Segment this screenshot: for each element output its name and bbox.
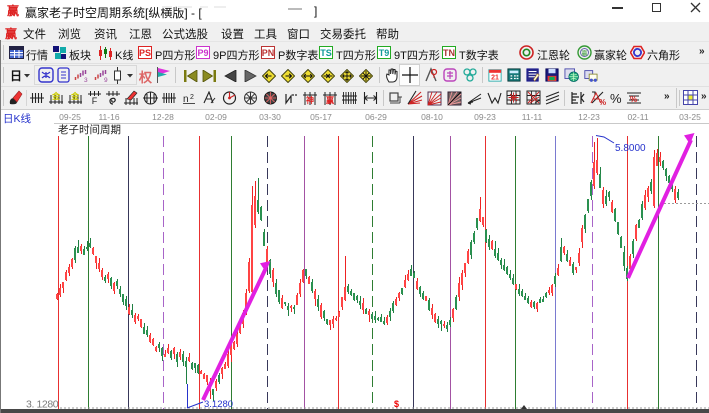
svg-text:金: 金 [51, 91, 61, 101]
svg-text:赢: 赢 [581, 50, 587, 58]
svg-text:03-25: 03-25 [679, 112, 701, 122]
svg-text:21: 21 [491, 74, 499, 81]
svg-text:$: $ [394, 399, 399, 409]
svg-text:老子时间周期: 老子时间周期 [58, 123, 121, 136]
svg-text:日K线: 日K线 [3, 112, 32, 125]
svg-text:09-23: 09-23 [474, 112, 496, 122]
svg-text:TN: TN [443, 48, 455, 58]
svg-text:F: F [92, 96, 98, 105]
svg-text:PS: PS [139, 48, 151, 58]
svg-text:11-11: 11-11 [522, 112, 543, 122]
svg-text:T9: T9 [379, 48, 390, 58]
svg-text:P9: P9 [197, 48, 208, 58]
svg-text:金: 金 [70, 91, 80, 101]
svg-text:02-11: 02-11 [627, 112, 648, 122]
svg-text:09-25: 09-25 [59, 112, 81, 122]
svg-text:PN: PN [262, 48, 275, 58]
svg-text:%: % [630, 95, 637, 104]
svg-text:5.8000: 5.8000 [615, 143, 646, 154]
svg-text:2: 2 [190, 94, 194, 101]
svg-text:赢: 赢 [326, 95, 334, 105]
svg-text:11-16: 11-16 [98, 112, 119, 122]
svg-text:03-30: 03-30 [259, 112, 281, 122]
svg-text:TS: TS [320, 48, 332, 58]
svg-text:12-28: 12-28 [152, 112, 174, 122]
svg-text:3: 3 [84, 77, 88, 82]
svg-text:12-23: 12-23 [578, 112, 600, 122]
svg-text:05-17: 05-17 [310, 112, 332, 122]
svg-text:02-09: 02-09 [205, 112, 227, 122]
svg-text:08-10: 08-10 [421, 112, 443, 122]
svg-text:9: 9 [104, 77, 108, 82]
svg-text:%: % [599, 98, 606, 106]
svg-text:神: 神 [306, 95, 314, 105]
svg-text:06-29: 06-29 [365, 112, 387, 122]
